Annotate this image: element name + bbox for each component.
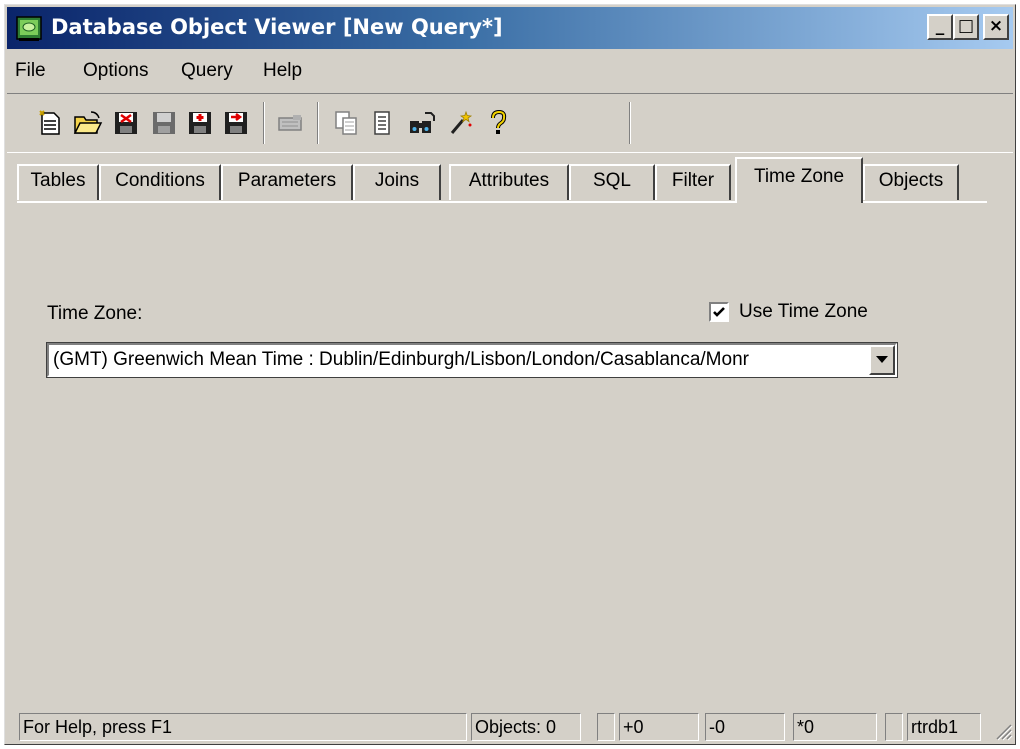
time-zone-select[interactable]: (GMT) Greenwich Mean Time : Dublin/Edinb…	[46, 342, 898, 378]
dropdown-arrow-icon	[876, 356, 888, 363]
delete-icon[interactable]	[109, 106, 143, 140]
tab-filter[interactable]: Filter	[655, 164, 731, 200]
minimize-button[interactable]: _	[927, 14, 953, 40]
minimize-icon: _	[935, 16, 945, 36]
tab-attributes[interactable]: Attributes	[449, 164, 569, 200]
close-button[interactable]: ×	[983, 14, 1009, 40]
menu-query[interactable]: Query	[181, 60, 233, 82]
resize-grip-icon[interactable]	[993, 721, 1013, 741]
title-bar[interactable]: Database Object Viewer [New Query*] _ □ …	[7, 7, 1013, 49]
database-viewer-app-icon[interactable]	[15, 14, 43, 42]
time-zone-panel: Time Zone: Use Time Zone (GMT) Greenwich…	[17, 201, 1007, 681]
maximize-icon: □	[957, 16, 975, 36]
tab-objects[interactable]: Objects	[863, 164, 959, 200]
toolbar-separator	[629, 102, 631, 144]
menu-bar: File Options Query Help	[7, 53, 1013, 89]
status-plus-count: +0	[619, 713, 699, 741]
maximize-button[interactable]: □	[953, 14, 979, 40]
tab-joins[interactable]: Joins	[353, 164, 441, 200]
status-database: rtrdb1	[907, 713, 981, 741]
tab-parameters[interactable]: Parameters	[221, 164, 353, 200]
copy-icon[interactable]	[329, 106, 363, 140]
menu-options[interactable]: Options	[83, 60, 148, 82]
tab-time-zone[interactable]: Time Zone	[735, 157, 863, 203]
status-star-count: *0	[793, 713, 877, 741]
toolbar-separator	[317, 102, 319, 144]
help-question-icon[interactable]	[481, 106, 515, 140]
use-time-zone-checkbox[interactable]: Use Time Zone	[709, 301, 868, 323]
toolbar-separator	[263, 102, 265, 144]
dropdown-button[interactable]	[869, 345, 895, 375]
status-bar: For Help, press F1 Objects: 0 +0 -0 *0 r…	[5, 709, 1017, 745]
tab-sql[interactable]: SQL	[569, 164, 655, 200]
tab-tables[interactable]: Tables	[17, 164, 99, 200]
checkmark-icon	[713, 307, 725, 317]
save-icon[interactable]	[147, 106, 181, 140]
time-zone-label: Time Zone:	[47, 303, 143, 324]
status-objects: Objects: 0	[471, 713, 581, 741]
use-time-zone-label: Use Time Zone	[739, 301, 868, 322]
window-title: Database Object Viewer [New Query*]	[51, 15, 503, 39]
time-zone-select-value: (GMT) Greenwich Mean Time : Dublin/Edinb…	[53, 349, 749, 370]
checkbox-box[interactable]	[709, 302, 729, 322]
status-spacer	[597, 713, 615, 741]
execute-icon[interactable]	[273, 106, 307, 140]
status-help-text: For Help, press F1	[19, 713, 467, 741]
save-add-icon[interactable]	[183, 106, 217, 140]
tab-bar: Tables Conditions Parameters Joins Attri…	[5, 155, 1017, 203]
new-icon[interactable]	[33, 106, 67, 140]
toolbar	[7, 93, 1013, 153]
close-icon: ×	[988, 16, 1004, 36]
find-icon[interactable]	[405, 106, 439, 140]
save-as-icon[interactable]	[219, 106, 253, 140]
status-spacer	[885, 713, 903, 741]
menu-file[interactable]: File	[15, 60, 46, 82]
wizard-wand-icon[interactable]	[443, 106, 477, 140]
app-window: Database Object Viewer [New Query*] _ □ …	[4, 4, 1016, 745]
status-minus-count: -0	[705, 713, 785, 741]
menu-help[interactable]: Help	[263, 60, 302, 82]
list-icon[interactable]	[365, 106, 399, 140]
open-folder-icon[interactable]	[71, 106, 105, 140]
tab-conditions[interactable]: Conditions	[99, 164, 221, 200]
